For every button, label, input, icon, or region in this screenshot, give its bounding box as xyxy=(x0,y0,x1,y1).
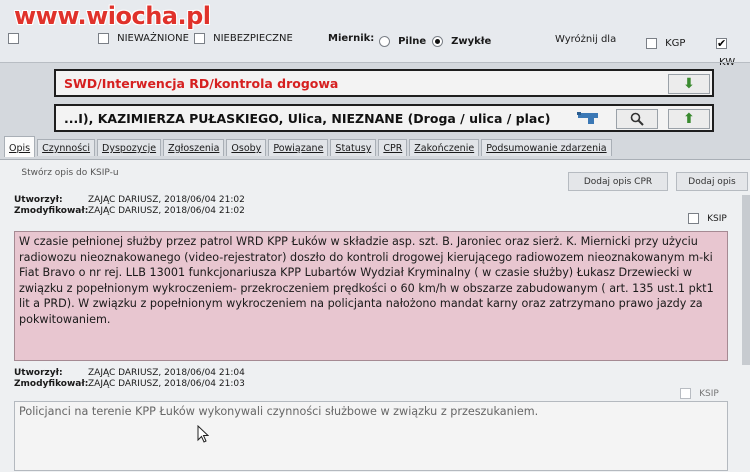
category-value: SWD/Interwencja RD/kontrola drogowa xyxy=(64,75,339,91)
tab-cpr[interactable]: CPR xyxy=(378,139,408,156)
address-arrow-button[interactable]: ⬆ xyxy=(668,109,710,129)
kw-item[interactable]: KW xyxy=(716,33,750,71)
search-button[interactable] xyxy=(616,109,658,129)
note1-created-value: ZAJĄC DARIUSZ, 2018/06/04 21:02 xyxy=(88,195,245,205)
address-value: ...I), KAZIMIERZA PUŁASKIEGO, Ulica, NIE… xyxy=(64,110,551,126)
note2-text[interactable]: Policjanci na terenie KPP Łuków wykonywa… xyxy=(14,401,728,471)
note2-modified-value: ZAJĄC DARIUSZ, 2018/06/04 21:03 xyxy=(88,379,245,389)
radio-pilne[interactable]: Pilne xyxy=(379,31,426,50)
tab-dyspozycje[interactable]: Dyspozycje xyxy=(97,139,162,156)
separator xyxy=(0,62,750,63)
cursor-icon xyxy=(197,424,210,447)
radio-zwykle-label: Zwykłe xyxy=(451,36,492,47)
kgp-label: KGP xyxy=(665,38,686,49)
filter-checkbox-3[interactable] xyxy=(194,33,205,44)
tab-podsumowanie[interactable]: Podsumowanie zdarzenia xyxy=(481,139,612,156)
scrollbar[interactable] xyxy=(742,195,750,365)
note1-ksip-label: KSIP xyxy=(707,213,727,224)
arrow-up-icon: ⬆ xyxy=(683,111,695,127)
tab-powiazane[interactable]: Powiązane xyxy=(268,139,329,156)
tab-opis[interactable]: Opis xyxy=(4,136,36,157)
category-arrow-button[interactable]: ⬇ xyxy=(668,74,710,94)
radio-pilne-label: Pilne xyxy=(398,36,427,47)
note1-text[interactable]: W czasie pełnionej służby przez patrol W… xyxy=(14,231,728,361)
radio-zwykle-button[interactable] xyxy=(432,36,443,47)
category-field[interactable]: SWD/Interwencja RD/kontrola drogowa ⬇ xyxy=(54,69,714,97)
wyroznij-label: Wyróżnij dla xyxy=(555,34,617,45)
radio-pilne-button[interactable] xyxy=(379,36,390,47)
filter-checkbox-2[interactable] xyxy=(98,33,109,44)
note2-ksip-label: KSIP xyxy=(699,388,719,399)
search-icon xyxy=(630,112,644,126)
note2-modified-label: Zmodyfikował: xyxy=(14,379,89,389)
note2-created-value: ZAJĄC DARIUSZ, 2018/06/04 21:04 xyxy=(88,368,245,378)
tab-zakonczenie[interactable]: Zakończenie xyxy=(409,139,480,156)
tab-statusy[interactable]: Statusy xyxy=(330,139,377,156)
kgp-checkbox[interactable] xyxy=(646,38,657,49)
pistol-icon[interactable] xyxy=(576,111,602,125)
filter-item-1[interactable] xyxy=(8,28,22,47)
tab-osoby[interactable]: Osoby xyxy=(226,139,267,156)
tab-zgloszenia[interactable]: Zgłoszenia xyxy=(163,139,225,156)
add-cpr-button[interactable]: Dodaj opis CPR xyxy=(568,172,668,191)
filter-label-2: NIEWAŻNIONE xyxy=(117,33,189,44)
note1-created-label: Utworzył: xyxy=(14,195,63,205)
note1-ksip[interactable]: KSIP xyxy=(688,208,727,227)
watermark-logo: www.wiocha.pl xyxy=(14,2,211,30)
note2-created-label: Utworzył: xyxy=(14,368,63,378)
arrow-down-icon: ⬇ xyxy=(683,76,695,92)
add-description-button[interactable]: Dodaj opis xyxy=(676,172,748,191)
note2-ksip[interactable]: KSIP xyxy=(680,383,719,402)
tab-czynnosci[interactable]: Czynności xyxy=(37,139,96,156)
tab-bar: Opis Czynności Dyspozycje Zgłoszenia Oso… xyxy=(4,136,612,159)
note1-meta: Utworzył: ZAJĄC DARIUSZ, 2018/06/04 21:02… xyxy=(14,195,245,216)
filter-checkbox-1[interactable] xyxy=(8,33,19,44)
create-ksip-button[interactable]: Stwórz opis do KSIP-u xyxy=(10,164,130,181)
filter-label-3: NIEBEZPIECZNE xyxy=(213,33,293,44)
filter-item-3[interactable]: NIEBEZPIECZNE xyxy=(194,28,293,47)
kgp-item[interactable]: KGP xyxy=(646,33,685,52)
note2-ksip-checkbox[interactable] xyxy=(680,388,691,399)
note2-meta: Utworzył: ZAJĄC DARIUSZ, 2018/06/04 21:04… xyxy=(14,368,245,389)
address-field[interactable]: ...I), KAZIMIERZA PUŁASKIEGO, Ulica, NIE… xyxy=(54,104,714,132)
miernik-label: Miernik: xyxy=(328,33,375,44)
note1-ksip-checkbox[interactable] xyxy=(688,213,699,224)
filter-item-2[interactable]: NIEWAŻNIONE xyxy=(98,28,189,47)
kw-checkbox[interactable] xyxy=(716,38,727,49)
radio-zwykle[interactable]: Zwykłe xyxy=(432,31,491,50)
note1-modified-label: Zmodyfikował: xyxy=(14,206,89,216)
note1-modified-value: ZAJĄC DARIUSZ, 2018/06/04 21:02 xyxy=(88,206,245,216)
